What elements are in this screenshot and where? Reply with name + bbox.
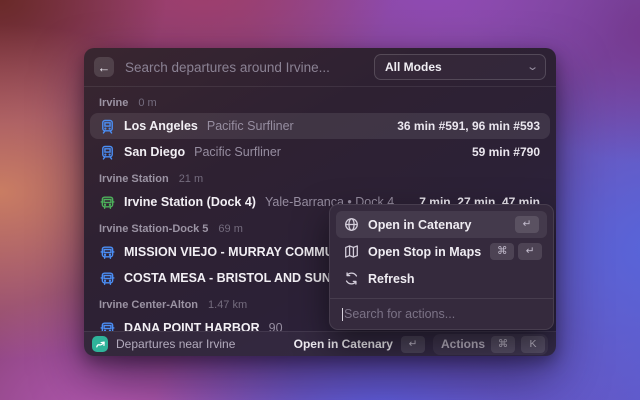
route-number: 90 bbox=[269, 321, 283, 331]
footer-source-label: Departures near Irvine bbox=[116, 337, 235, 351]
footer-bar: Departures near Irvine Open in Catenary … bbox=[84, 331, 556, 356]
search-header: ← All Modes ⌄ bbox=[84, 48, 556, 87]
desktop-background: ← All Modes ⌄ Irvine 0 m bbox=[0, 0, 640, 400]
destination-label: Los Angeles bbox=[124, 119, 198, 133]
launcher-window: ← All Modes ⌄ Irvine 0 m bbox=[84, 48, 556, 356]
destination-label: Irvine Station (Dock 4) bbox=[124, 195, 256, 209]
globe-icon bbox=[344, 217, 359, 232]
menu-item-label: Open in Catenary bbox=[368, 218, 506, 232]
return-keycap: ↵ bbox=[515, 216, 539, 233]
departure-times: 36 min #591, 96 min #593 bbox=[397, 119, 540, 133]
section-distance: 69 m bbox=[218, 223, 242, 235]
section-title: Irvine Station bbox=[99, 173, 169, 185]
actions-menu: Open in Catenary ↵ Open Stop in Maps ⌘ bbox=[329, 204, 554, 330]
mode-filter-value: All Modes bbox=[385, 60, 522, 74]
footer-primary-action[interactable]: Open in Catenary bbox=[294, 337, 393, 351]
k-keycap: K bbox=[521, 336, 545, 353]
actions-search-placeholder: Search for actions... bbox=[344, 307, 455, 321]
section-header: Irvine 0 m bbox=[84, 89, 556, 113]
actions-search-input[interactable]: Search for actions... bbox=[330, 298, 553, 329]
back-button[interactable]: ← bbox=[94, 57, 114, 77]
section-title: Irvine Station-Dock 5 bbox=[99, 223, 208, 235]
list-item[interactable]: Los Angeles Pacific Surfliner 36 min #59… bbox=[90, 113, 550, 139]
train-icon bbox=[100, 119, 115, 134]
menu-item-label: Open Stop in Maps bbox=[368, 245, 481, 259]
return-keycap: ↵ bbox=[518, 243, 542, 260]
list-item[interactable]: San Diego Pacific Surfliner 59 min #790 bbox=[90, 139, 550, 165]
section-title: Irvine Center-Alton bbox=[99, 299, 198, 311]
destination-label: San Diego bbox=[124, 145, 185, 159]
refresh-icon bbox=[344, 271, 359, 286]
menu-item-open-in-catenary[interactable]: Open in Catenary ↵ bbox=[336, 211, 547, 238]
section-header: Irvine Station 21 m bbox=[84, 165, 556, 189]
section-distance: 21 m bbox=[179, 173, 203, 185]
bus-icon bbox=[100, 195, 115, 210]
destination-label: DANA POINT HARBOR bbox=[124, 321, 260, 331]
actions-button[interactable]: Actions ⌘ K bbox=[433, 334, 548, 355]
return-keycap: ↵ bbox=[401, 336, 425, 353]
section-distance: 1.47 km bbox=[208, 299, 247, 311]
section-title: Irvine bbox=[99, 97, 128, 109]
menu-item-label: Refresh bbox=[368, 272, 539, 286]
menu-item-open-stop-in-maps[interactable]: Open Stop in Maps ⌘ ↵ bbox=[336, 238, 547, 265]
catenary-logo-icon bbox=[92, 336, 108, 352]
menu-item-refresh[interactable]: Refresh bbox=[336, 265, 547, 292]
actions-button-label: Actions bbox=[441, 337, 485, 351]
search-input[interactable] bbox=[123, 59, 365, 76]
bus-icon bbox=[100, 245, 115, 260]
cmd-keycap: ⌘ bbox=[490, 243, 514, 260]
departure-times: 59 min #790 bbox=[472, 145, 540, 159]
cmd-keycap: ⌘ bbox=[491, 336, 515, 353]
mode-filter-dropdown[interactable]: All Modes ⌄ bbox=[374, 54, 546, 80]
map-icon bbox=[344, 244, 359, 259]
bus-icon bbox=[100, 321, 115, 332]
text-caret bbox=[342, 308, 343, 321]
back-arrow-icon: ← bbox=[98, 61, 111, 74]
route-label: Pacific Surfliner bbox=[207, 119, 294, 133]
chevron-down-icon: ⌄ bbox=[526, 62, 539, 73]
train-icon bbox=[100, 145, 115, 160]
route-label: Pacific Surfliner bbox=[194, 145, 281, 159]
bus-icon bbox=[100, 271, 115, 286]
section-distance: 0 m bbox=[138, 97, 156, 109]
